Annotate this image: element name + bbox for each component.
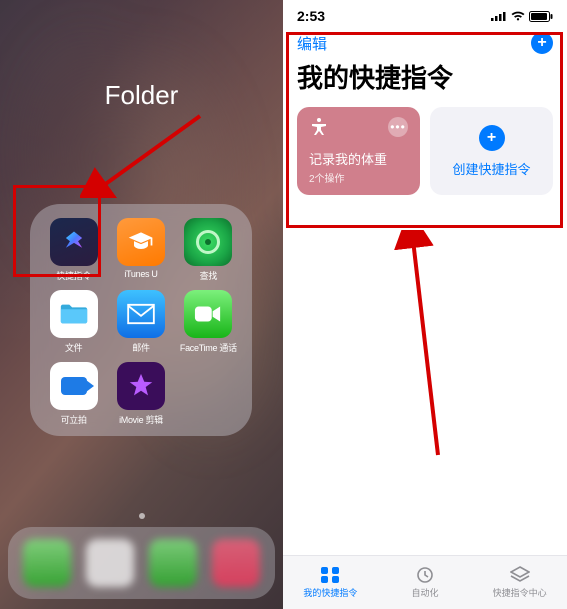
folder-panel: 快捷指令 iTunes U 查找 文件	[30, 204, 252, 436]
page-indicator	[139, 513, 145, 519]
dock-phone-icon[interactable]	[23, 539, 71, 587]
tab-label: 我的快捷指令	[303, 586, 357, 599]
tab-label: 快捷指令中心	[493, 586, 547, 599]
app-label: iMovie 剪辑	[119, 413, 163, 426]
app-label: 文件	[65, 341, 82, 354]
status-indicators	[491, 11, 553, 22]
plus-icon: +	[537, 35, 546, 51]
annotation-arrow-icon	[378, 230, 498, 460]
home-screen-folder-view: Folder 快捷指令 iTunes U 查找	[0, 0, 283, 609]
add-shortcut-button[interactable]: +	[531, 32, 553, 54]
app-label: 查找	[200, 269, 217, 282]
app-label: FaceTime 通话	[180, 341, 237, 354]
graduation-cap-icon	[117, 218, 165, 266]
tab-label: 自动化	[412, 586, 439, 599]
folder-icon	[50, 290, 98, 338]
layers-icon	[510, 566, 530, 584]
app-label: 邮件	[132, 341, 149, 354]
app-grid: 快捷指令 iTunes U 查找 文件	[40, 218, 242, 434]
app-label: 快捷指令	[56, 269, 91, 282]
star-icon	[117, 362, 165, 410]
grid-icon	[320, 566, 340, 584]
shortcut-cards: ••• 记录我的体重 2个操作 + 创建快捷指令	[283, 107, 567, 195]
card-more-button[interactable]: •••	[388, 117, 408, 137]
app-clips[interactable]: 可立拍	[43, 362, 105, 434]
find-my-icon	[184, 218, 232, 266]
status-time: 2:53	[297, 8, 325, 24]
app-itunes-u[interactable]: iTunes U	[110, 218, 172, 290]
folder-title: Folder	[0, 80, 283, 111]
dock-messages-icon[interactable]	[149, 539, 197, 587]
nav-bar: 编辑 +	[283, 24, 567, 54]
page-title: 我的快捷指令	[283, 54, 567, 107]
signal-icon	[491, 11, 507, 21]
video-camera-icon	[184, 290, 232, 338]
card-title: 记录我的体重	[309, 149, 408, 168]
app-imovie[interactable]: iMovie 剪辑	[110, 362, 172, 434]
app-label: 可立拍	[61, 413, 87, 426]
app-mail[interactable]: 邮件	[110, 290, 172, 362]
tab-my-shortcuts[interactable]: 我的快捷指令	[283, 556, 378, 609]
plus-icon: +	[479, 125, 505, 151]
dock-safari-icon[interactable]	[86, 539, 134, 587]
app-find-my[interactable]: 查找	[177, 218, 239, 290]
app-shortcuts[interactable]: 快捷指令	[43, 218, 105, 290]
card-label: 创建快捷指令	[452, 159, 530, 178]
tab-gallery[interactable]: 快捷指令中心	[472, 556, 567, 609]
shortcut-card-record-weight[interactable]: ••• 记录我的体重 2个操作	[297, 107, 420, 195]
ellipsis-icon: •••	[390, 120, 406, 134]
edit-button[interactable]: 编辑	[297, 33, 327, 54]
app-files[interactable]: 文件	[43, 290, 105, 362]
wifi-icon	[511, 11, 525, 21]
tab-automation[interactable]: 自动化	[378, 556, 473, 609]
create-shortcut-card[interactable]: + 创建快捷指令	[430, 107, 553, 195]
tab-bar: 我的快捷指令 自动化 快捷指令中心	[283, 555, 567, 609]
annotation-arrow-icon	[80, 108, 210, 198]
envelope-icon	[117, 290, 165, 338]
clock-icon	[415, 566, 435, 584]
status-bar: 2:53	[283, 0, 567, 24]
battery-icon	[529, 11, 553, 22]
accessibility-icon	[309, 117, 329, 142]
app-facetime[interactable]: FaceTime 通话	[177, 290, 239, 362]
shortcuts-icon	[50, 218, 98, 266]
dock-music-icon[interactable]	[212, 539, 260, 587]
app-label: iTunes U	[124, 269, 157, 279]
shortcuts-app-screen: 2:53 编辑 + 我的快捷指令 •••	[283, 0, 567, 609]
clips-icon	[50, 362, 98, 410]
dock	[8, 527, 275, 599]
card-subtitle: 2个操作	[309, 170, 408, 185]
